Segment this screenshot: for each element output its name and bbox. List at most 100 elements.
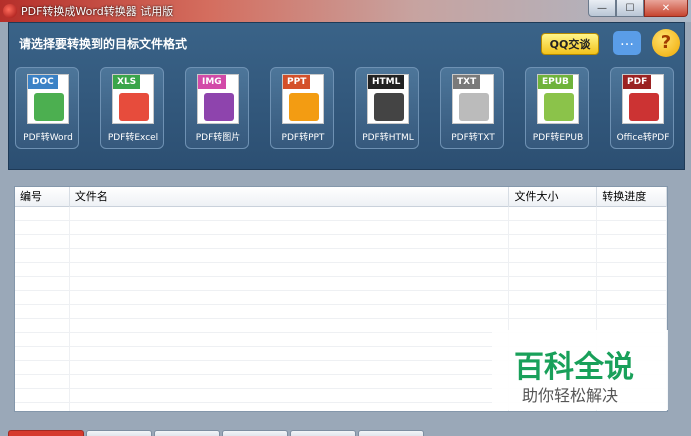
format-tag: HTML [368, 75, 405, 89]
table-row[interactable] [15, 263, 667, 277]
table-cell [509, 235, 598, 249]
format-label: PDF转EPUB [532, 133, 584, 143]
table-cell [15, 361, 70, 375]
table-cell [15, 235, 70, 249]
toolbar-button[interactable] [8, 430, 84, 436]
format-label: PDF转PPT [281, 133, 325, 143]
table-cell [70, 333, 510, 347]
format-tag: PDF [623, 75, 652, 89]
watermark-subtitle: 助你轻松解决 [522, 386, 619, 405]
epub-file-icon: EPUB [537, 74, 579, 124]
format-button-ppt[interactable]: PPT PDF转PPT [270, 67, 334, 149]
format-button-office-pdf[interactable]: PDF Office转PDF [610, 67, 674, 149]
column-header-filesize[interactable]: 文件大小 [509, 187, 598, 207]
toolbar-button[interactable] [290, 430, 356, 436]
format-tag: PPT [283, 75, 311, 89]
toolbar-button[interactable] [154, 430, 220, 436]
format-button-html[interactable]: HTML PDF转HTML [355, 67, 419, 149]
table-cell [597, 235, 667, 249]
table-cell [15, 319, 70, 333]
minimize-button[interactable]: — [588, 0, 616, 17]
format-tag: TXT [453, 75, 481, 89]
table-cell [597, 291, 667, 305]
table-row[interactable] [15, 249, 667, 263]
format-art [459, 93, 489, 121]
table-cell [15, 347, 70, 361]
format-label: PDF转Excel [107, 133, 159, 143]
watermark: 百科全说 助你轻松解决 [492, 330, 668, 410]
table-row[interactable] [15, 235, 667, 249]
format-tag: DOC [28, 75, 58, 89]
format-button-txt[interactable]: TXT PDF转TXT [440, 67, 504, 149]
table-cell [70, 263, 510, 277]
toolbar-button[interactable] [86, 430, 152, 436]
table-row[interactable] [15, 207, 667, 221]
table-cell [15, 389, 70, 403]
table-cell [70, 319, 510, 333]
format-art [629, 93, 659, 121]
table-row[interactable] [15, 277, 667, 291]
table-cell [15, 207, 70, 221]
table-cell [70, 249, 510, 263]
column-header-filename[interactable]: 文件名 [70, 187, 510, 207]
format-button-word[interactable]: DOC PDF转Word [15, 67, 79, 149]
format-label: Office转PDF [616, 133, 670, 143]
table-cell [15, 375, 70, 389]
format-button-epub[interactable]: EPUB PDF转EPUB [525, 67, 589, 149]
table-cell [15, 277, 70, 291]
format-tag: IMG [198, 75, 226, 89]
qq-chat-button[interactable]: QQ交谈 [541, 33, 599, 55]
table-cell [597, 207, 667, 221]
table-cell [509, 291, 598, 305]
toolbar-button[interactable] [358, 430, 424, 436]
format-button-image[interactable]: IMG PDF转图片 [185, 67, 249, 149]
table-cell [70, 235, 510, 249]
format-label: PDF转Word [23, 133, 73, 143]
format-label: PDF转HTML [362, 133, 414, 143]
maximize-button[interactable]: ☐ [616, 0, 644, 17]
pdf-file-icon: PDF [622, 74, 664, 124]
table-cell [15, 249, 70, 263]
table-cell [15, 221, 70, 235]
table-cell [15, 291, 70, 305]
table-cell [597, 263, 667, 277]
table-row[interactable] [15, 305, 667, 319]
column-header-progress[interactable]: 转换进度 [597, 187, 667, 207]
format-art [119, 93, 149, 121]
toolbar-button[interactable] [222, 430, 288, 436]
table-cell [70, 361, 510, 375]
window-title: PDF转换成Word转换器 试用版 [21, 5, 174, 18]
table-cell [70, 207, 510, 221]
table-cell [15, 403, 70, 411]
table-cell [509, 263, 598, 277]
table-row[interactable] [15, 221, 667, 235]
format-label: PDF转图片 [195, 133, 241, 143]
format-art [374, 93, 404, 121]
table-row[interactable] [15, 291, 667, 305]
table-cell [509, 249, 598, 263]
html-file-icon: HTML [367, 74, 409, 124]
close-button[interactable]: ✕ [644, 0, 688, 17]
format-art [204, 93, 234, 121]
table-cell [15, 305, 70, 319]
ppt-file-icon: PPT [282, 74, 324, 124]
table-cell [70, 305, 510, 319]
xls-file-icon: XLS [112, 74, 154, 124]
format-tag: EPUB [538, 75, 573, 89]
table-cell [509, 207, 598, 221]
doc-file-icon: DOC [27, 74, 69, 124]
window-controls: — ☐ ✕ [588, 0, 688, 17]
table-cell [509, 221, 598, 235]
table-header: 编号 文件名 文件大小 转换进度 [15, 187, 667, 207]
watermark-title: 百科全说 [514, 350, 634, 385]
table-cell [15, 263, 70, 277]
format-label: PDF转TXT [451, 133, 495, 143]
column-header-number[interactable]: 编号 [15, 187, 70, 207]
help-icon[interactable]: ? [652, 29, 680, 57]
table-cell [70, 291, 510, 305]
message-icon[interactable]: … [613, 31, 641, 55]
bottom-toolbar [8, 430, 424, 436]
table-cell [15, 333, 70, 347]
format-button-excel[interactable]: XLS PDF转Excel [100, 67, 164, 149]
format-art [34, 93, 64, 121]
